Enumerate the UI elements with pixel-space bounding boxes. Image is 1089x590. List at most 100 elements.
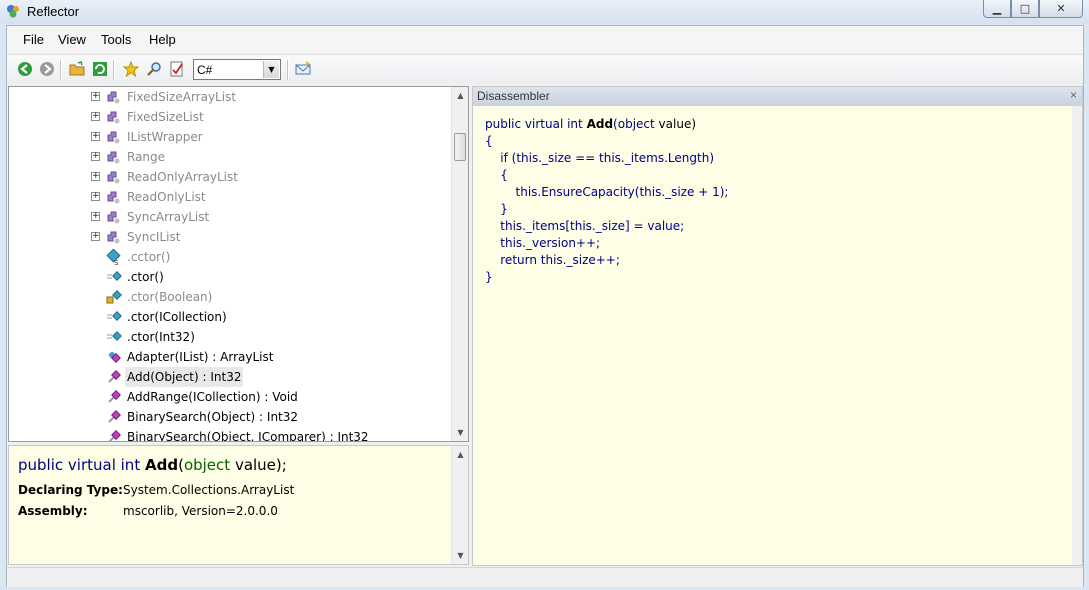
expand-icon[interactable]: +	[91, 172, 100, 181]
code-token: }	[500, 202, 508, 216]
assembly-value[interactable]: mscorlib, Version=2.0.0.0	[123, 504, 278, 518]
tree-node[interactable]: .ctor(ICollection)	[9, 307, 453, 327]
disassembler-header: Disassembler ×	[473, 87, 1082, 106]
tree-node[interactable]: + SyncIList	[9, 227, 453, 247]
tree-node-label[interactable]: Add(Object) : Int32	[125, 367, 244, 387]
language-select[interactable]: C# ▼	[193, 59, 281, 80]
tree-node[interactable]: + ReadOnlyArrayList	[9, 167, 453, 187]
code-view[interactable]: public virtual int Add(object value) { i…	[485, 116, 728, 286]
menu-help[interactable]: Help	[149, 32, 176, 47]
method-icon	[106, 429, 122, 441]
scroll-thumb[interactable]	[454, 133, 466, 161]
scroll-up-icon[interactable]: ▲	[452, 87, 468, 104]
expand-icon[interactable]: +	[91, 112, 100, 121]
method-icon	[106, 409, 122, 425]
sig-param-type[interactable]: object	[184, 456, 230, 474]
sig-name[interactable]: Add	[145, 456, 178, 474]
close-icon[interactable]: ×	[1070, 88, 1077, 102]
expand-icon[interactable]: +	[91, 92, 100, 101]
tree-node[interactable]: + ReadOnlyList	[9, 187, 453, 207]
minimize-icon: ▁	[992, 2, 1002, 15]
tree-node-label[interactable]: .cctor()	[125, 247, 172, 267]
info-scrollbar[interactable]: ▲ ▼	[451, 446, 468, 564]
tree-node-label[interactable]: BinarySearch(Object, IComparer) : Int32	[125, 427, 371, 441]
chevron-down-icon[interactable]: ▼	[263, 61, 279, 78]
language-value: C#	[197, 63, 213, 77]
back-button[interactable]	[16, 60, 34, 78]
close-icon: ✕	[1056, 2, 1066, 15]
search-button[interactable]	[145, 60, 163, 78]
expand-icon[interactable]: +	[91, 192, 100, 201]
tree-node-label[interactable]: .ctor(Int32)	[125, 327, 197, 347]
maximize-icon: □	[1019, 2, 1031, 15]
tree-node-label[interactable]: AddRange(ICollection) : Void	[125, 387, 300, 407]
tree-node-label[interactable]: ReadOnlyList	[125, 187, 208, 207]
tree-scrollbar[interactable]: ▲ ▼	[451, 87, 468, 441]
tree-node-label[interactable]: FixedSizeArrayList	[125, 87, 238, 107]
status-bar	[7, 567, 1083, 587]
static-ctor-icon: S	[106, 248, 122, 267]
expand-icon[interactable]: +	[91, 232, 100, 241]
ctor-icon	[106, 309, 122, 325]
tree-node[interactable]: Add(Object) : Int32	[9, 367, 453, 387]
code-token: if (this._size == this._items.Length)	[500, 151, 714, 165]
member-info-panel: public virtual int Add(object value); De…	[8, 445, 469, 565]
code-token: value)	[658, 117, 697, 131]
tree-node[interactable]: Adapter(IList) : ArrayList	[9, 347, 453, 367]
refresh-button[interactable]	[91, 60, 109, 78]
tree-node-label[interactable]: BinarySearch(Object) : Int32	[125, 407, 300, 427]
sig-return-type: int	[120, 456, 141, 474]
tree-node-label[interactable]: .ctor(ICollection)	[125, 307, 229, 327]
send-button[interactable]	[294, 60, 312, 78]
code-token: {	[485, 134, 493, 148]
tree-node[interactable]: + Range	[9, 147, 453, 167]
tree-node[interactable]: S .cctor()	[9, 247, 453, 267]
close-button[interactable]: ✕	[1039, 0, 1083, 18]
menu-file[interactable]: File	[23, 32, 44, 47]
open-icon	[69, 61, 85, 76]
disassembler-scrollbar[interactable]	[1072, 106, 1082, 565]
tree-node-label[interactable]: .ctor(Boolean)	[125, 287, 214, 307]
sig-keyword: public virtual	[18, 456, 116, 474]
svg-text:S: S	[114, 259, 119, 265]
forward-button[interactable]	[38, 60, 56, 78]
declaring-type-value[interactable]: System.Collections.ArrayList	[123, 483, 294, 497]
menu-view[interactable]: View	[58, 32, 86, 47]
maximize-button[interactable]: □	[1011, 0, 1039, 18]
tree-node-label[interactable]: Adapter(IList) : ArrayList	[125, 347, 275, 367]
minimize-button[interactable]: ▁	[983, 0, 1011, 18]
tree-node[interactable]: .ctor(Boolean)	[9, 287, 453, 307]
favorites-icon	[123, 61, 139, 77]
tree-node[interactable]: + SyncArrayList	[9, 207, 453, 227]
menu-tools[interactable]: Tools	[101, 32, 131, 47]
favorites-button[interactable]	[122, 60, 140, 78]
scroll-up-icon[interactable]: ▲	[452, 446, 468, 463]
code-token: {	[500, 168, 508, 182]
expand-icon[interactable]: +	[91, 152, 100, 161]
expand-icon[interactable]: +	[91, 132, 100, 141]
tree-node-label[interactable]: IListWrapper	[125, 127, 205, 147]
tree-node[interactable]: .ctor()	[9, 267, 453, 287]
tree-node[interactable]: + FixedSizeArrayList	[9, 87, 453, 107]
tree-node[interactable]: BinarySearch(Object, IComparer) : Int32	[9, 427, 453, 441]
refresh-icon	[93, 62, 107, 76]
tree-node[interactable]: AddRange(ICollection) : Void	[9, 387, 453, 407]
code-token: this._items[this._size] = value;	[500, 219, 685, 233]
tree-node-label[interactable]: SyncArrayList	[125, 207, 211, 227]
tree-node-label[interactable]: SyncIList	[125, 227, 182, 247]
tree-node-label[interactable]: ReadOnlyArrayList	[125, 167, 240, 187]
assembly-tree[interactable]: + FixedSizeArrayList + FixedSizeList + IListW…	[8, 86, 469, 442]
verify-button[interactable]	[168, 60, 186, 78]
tree-node[interactable]: BinarySearch(Object) : Int32	[9, 407, 453, 427]
method-icon	[106, 369, 122, 385]
scroll-down-icon[interactable]: ▼	[452, 547, 468, 564]
tree-node-label[interactable]: Range	[125, 147, 167, 167]
open-button[interactable]	[68, 60, 86, 78]
scroll-down-icon[interactable]: ▼	[452, 424, 468, 441]
tree-node[interactable]: .ctor(Int32)	[9, 327, 453, 347]
tree-node[interactable]: + FixedSizeList	[9, 107, 453, 127]
tree-node-label[interactable]: FixedSizeList	[125, 107, 206, 127]
tree-node[interactable]: + IListWrapper	[9, 127, 453, 147]
tree-node-label[interactable]: .ctor()	[125, 267, 166, 287]
expand-icon[interactable]: +	[91, 212, 100, 221]
